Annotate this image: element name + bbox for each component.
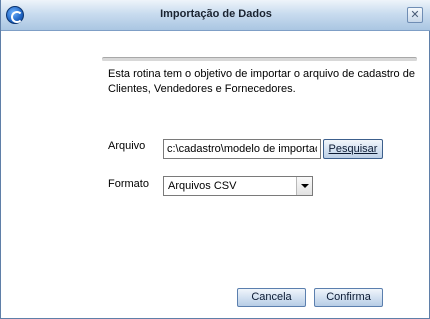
pesquisar-button[interactable]: Pesquisar (323, 139, 383, 159)
formato-selected-value: Arquivos CSV (168, 180, 237, 192)
dialog-title: Importação de Dados (160, 8, 272, 20)
chevron-down-icon[interactable] (296, 177, 312, 195)
description-text: Esta rotina tem o objetivo de importar o… (108, 68, 415, 95)
confirm-button[interactable]: Confirma (314, 288, 383, 307)
close-button[interactable]: ✕ (407, 7, 423, 23)
separator (102, 57, 417, 62)
import-dialog: Importação de Dados ✕ Esta rotina tem o … (0, 0, 430, 319)
arquivo-input[interactable] (163, 139, 321, 159)
arquivo-label: Arquivo (108, 140, 146, 152)
formato-label: Formato (108, 178, 149, 190)
title-bar[interactable]: Importação de Dados ✕ (1, 0, 430, 31)
formato-select[interactable]: Arquivos CSV (163, 176, 313, 196)
pesquisar-label: Pesquisar (328, 143, 378, 155)
cancel-button[interactable]: Cancela (237, 288, 306, 307)
